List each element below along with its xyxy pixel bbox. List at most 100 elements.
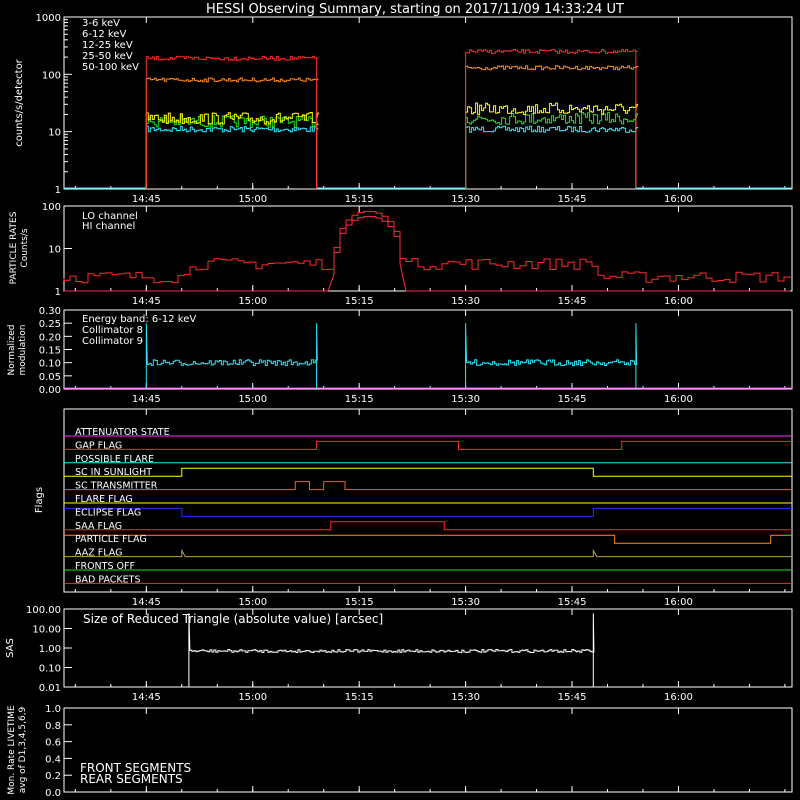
flag-line-9	[64, 548, 792, 558]
count-series-2	[145, 112, 319, 189]
count-time-label: 15:30	[451, 194, 480, 205]
flag-label: SC TRANSMITTER	[75, 481, 158, 492]
flag-line-7	[64, 521, 792, 531]
flags-time-label: 15:30	[451, 597, 480, 608]
count-series-1	[145, 77, 319, 189]
flag-line-4	[64, 481, 792, 491]
count-time-label: 15:15	[345, 194, 374, 205]
modulation-legend-entry: Collimator 8	[82, 325, 143, 336]
flag-label: FRONTS OFF	[75, 561, 135, 572]
flags-time-label: 16:00	[664, 597, 693, 608]
particle-time-label: 15:45	[558, 296, 587, 307]
modulation-time-label: 15:00	[238, 394, 267, 405]
livetime-legend-entry: REAR SEGMENTS	[80, 772, 183, 786]
count-series-4	[145, 125, 319, 189]
sas-label: Size of Reduced Triangle (absolute value…	[83, 612, 383, 626]
particle-ylabel: Counts/s	[20, 228, 30, 267]
flag-line-8	[64, 534, 792, 544]
count-legend-entry: 3-6 keV	[82, 18, 120, 29]
count-ylabel: counts/s/detector	[14, 58, 25, 146]
count-legend-entry: 50-100 keV	[82, 62, 139, 73]
count-y-tick-label: 1	[55, 185, 61, 196]
modulation-time-label: 15:30	[451, 394, 480, 405]
particle-lo-series	[63, 210, 791, 284]
sas-time-label: 14:45	[132, 692, 161, 703]
modulation-y-tick-label: 0.30	[39, 306, 61, 317]
particle-time-label: 15:30	[451, 296, 480, 307]
sas-time-label: 15:15	[345, 692, 374, 703]
livetime-ylabel: Mon. Rate LIVETIME	[7, 705, 17, 795]
count-time-label: 15:45	[558, 194, 587, 205]
count-time-label: 15:00	[238, 194, 267, 205]
livetime-y-tick-label: 0.6	[45, 738, 61, 749]
particle-y-tick-label: 100	[42, 202, 61, 213]
modulation-y-tick-label: 0.15	[39, 346, 61, 357]
livetime-ylabel: avg of D1,3,4,5,6,9	[18, 706, 28, 793]
particle-y-tick-label: 10	[48, 245, 61, 256]
flags-time-label: 15:45	[558, 597, 587, 608]
sas-y-tick-label: 10.00	[32, 625, 61, 636]
flags-ylabel: Flags	[34, 487, 45, 513]
sas-y-tick-label: 0.01	[39, 683, 61, 694]
sas-y-tick-label: 1.00	[39, 644, 61, 655]
count-series-3	[465, 112, 639, 189]
particle-ylabel: PARTICLE RATES	[9, 211, 19, 284]
flags-time-label: 15:00	[238, 597, 267, 608]
count-time-label: 16:00	[664, 194, 693, 205]
particle-y-tick-label: 1	[55, 287, 61, 298]
flags-time-label: 15:15	[345, 597, 374, 608]
particle-time-label: 14:45	[132, 296, 161, 307]
figure-title: HESSI Observing Summary, starting on 201…	[206, 2, 624, 17]
flag-label: AAZ FLAG	[75, 548, 122, 559]
observing-summary-plot: HESSI Observing Summary, starting on 201…	[5, 2, 793, 799]
livetime-y-tick-label: 0.2	[45, 771, 61, 782]
livetime-y-tick-label: 1.0	[45, 704, 61, 715]
livetime-y-tick-label: 0.8	[45, 721, 61, 732]
count-y-tick-label: 100	[42, 70, 61, 81]
modulation-time-label: 16:00	[664, 394, 693, 405]
flag-label: BAD PACKETS	[75, 574, 141, 585]
flag-line-3	[64, 467, 792, 477]
sas-y-tick-label: 0.10	[39, 664, 61, 675]
sas-time-label: 15:00	[238, 692, 267, 703]
sas-time-label: 15:45	[558, 692, 587, 703]
flag-label: SC IN SUNLIGHT	[75, 467, 152, 478]
sas-ylabel: SAS	[5, 638, 16, 658]
modulation-y-tick-label: 0.20	[39, 332, 61, 343]
flag-label: POSSIBLE FLARE	[75, 454, 154, 465]
count-legend-entry: 25-50 keV	[82, 51, 133, 62]
livetime-y-tick-label: 0.0	[45, 788, 61, 799]
flag-label: FLARE FLAG	[75, 494, 133, 505]
modulation-time-label: 15:45	[558, 394, 587, 405]
flag-label: ATTENUATOR STATE	[75, 427, 170, 438]
modulation-legend-entry: Collimator 9	[82, 336, 143, 347]
modulation-y-tick-label: 0.10	[39, 359, 61, 370]
modulation-collimator8-series	[145, 323, 318, 388]
flags-time-label: 14:45	[132, 597, 161, 608]
flag-label: ECLIPSE FLAG	[75, 507, 141, 518]
panels: 1 10 100 1000 counts/s/detector 3-6 keV6-12 k…	[5, 13, 793, 799]
count-series-4	[465, 125, 639, 189]
particle-panel-frame	[63, 205, 793, 292]
particle-hi-series	[64, 215, 790, 292]
flag-label: GAP FLAG	[75, 440, 122, 451]
count-time-label: 14:45	[132, 194, 161, 205]
particle-time-label: 15:15	[345, 296, 374, 307]
count-y-tick-label: 10	[48, 128, 61, 139]
modulation-collimator8-series	[465, 323, 638, 388]
flag-line-6	[64, 507, 792, 517]
flag-label: PARTICLE FLAG	[75, 534, 147, 545]
count-y-tick-label: 1000	[36, 13, 61, 24]
modulation-legend-entry: Energy band: 6-12 keV	[82, 314, 196, 325]
modulation-time-label: 14:45	[132, 394, 161, 405]
modulation-y-tick-label: 0.05	[39, 372, 61, 383]
flag-label: SAA FLAG	[75, 521, 122, 532]
particle-time-label: 16:00	[664, 296, 693, 307]
modulation-y-tick-label: 0.25	[39, 319, 61, 330]
count-legend-entry: 6-12 keV	[82, 29, 126, 40]
modulation-ylabel: modulation	[18, 325, 28, 376]
count-panel-frame	[63, 16, 793, 190]
particle-legend-entry: HI channel	[82, 221, 135, 232]
sas-time-label: 16:00	[664, 692, 693, 703]
livetime-y-tick-label: 0.4	[45, 754, 61, 765]
